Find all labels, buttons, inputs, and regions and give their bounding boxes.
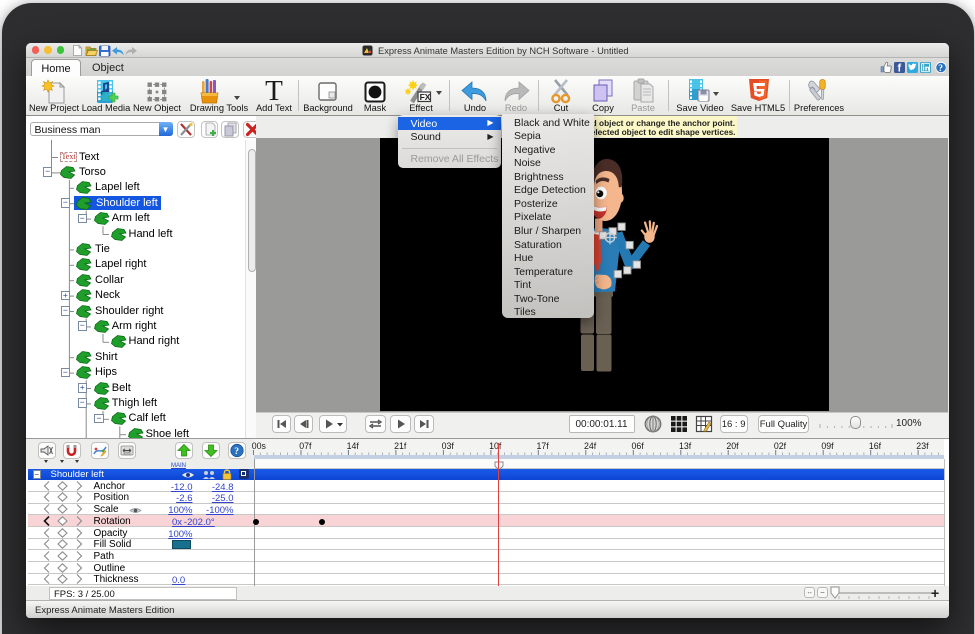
svg-text:FX: FX [420, 92, 431, 102]
svg-text:f: f [898, 62, 902, 73]
svg-text:?: ? [938, 64, 943, 73]
